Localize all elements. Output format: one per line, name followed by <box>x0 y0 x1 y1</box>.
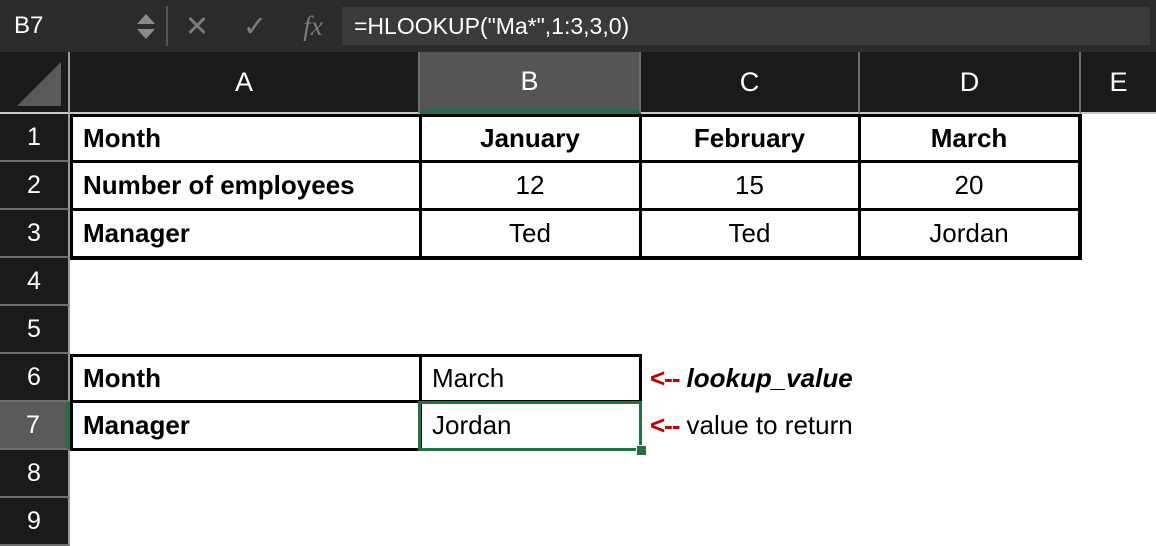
annotation-lookup-value-label: lookup_value <box>686 363 853 393</box>
insert-function-icon[interactable]: fx <box>284 0 342 52</box>
cell-b3[interactable]: Ted <box>422 211 638 256</box>
cell-a6[interactable]: Month <box>73 357 418 400</box>
cell-a3[interactable]: Manager <box>73 211 418 256</box>
annotation-return-value-label: value to return <box>686 410 853 440</box>
row-header-4-label: 4 <box>27 266 41 295</box>
row-header-8-label: 8 <box>27 458 41 487</box>
name-box[interactable]: B7 <box>0 0 130 52</box>
annotation-lookup-value: <-- lookup_value <box>650 357 853 400</box>
spreadsheet-grid: A B C D E 1 2 3 4 5 6 7 8 9 Month Januar… <box>0 52 1156 546</box>
cell-c2[interactable]: 15 <box>642 163 857 208</box>
name-box-spinner[interactable] <box>130 0 162 52</box>
column-header-row: A B C D E <box>0 52 1156 114</box>
spinner-up-icon[interactable] <box>137 13 155 24</box>
row-header-5[interactable]: 5 <box>0 306 70 354</box>
spinner-down-icon[interactable] <box>137 28 155 39</box>
row-header-3[interactable]: 3 <box>0 210 70 258</box>
formula-input[interactable]: =HLOOKUP("Ma*",1:3,3,0) <box>342 7 1150 45</box>
annotation-arrow-icon-2: <-- <box>650 410 680 440</box>
row-header-3-label: 3 <box>27 218 41 247</box>
formula-bar: B7 ✕ ✓ fx =HLOOKUP("Ma*",1:3,3,0) <box>0 0 1156 52</box>
column-header-c[interactable]: C <box>641 52 860 114</box>
name-box-value: B7 <box>14 12 44 39</box>
cell-c3[interactable]: Ted <box>642 211 857 256</box>
row-header-4[interactable]: 4 <box>0 258 70 306</box>
select-all-corner[interactable] <box>0 52 70 114</box>
row-header-2-label: 2 <box>27 170 41 199</box>
row-header-5-label: 5 <box>27 314 41 343</box>
column-header-a-label: A <box>234 66 253 97</box>
row-header-8[interactable]: 8 <box>0 450 70 498</box>
column-header-b-label: B <box>520 65 539 96</box>
row-header-2[interactable]: 2 <box>0 162 70 210</box>
fill-handle[interactable] <box>636 445 647 456</box>
column-header-e[interactable]: E <box>1081 52 1156 114</box>
row-header-1-label: 1 <box>27 122 41 151</box>
select-all-triangle-icon <box>17 62 61 106</box>
cell-d3[interactable]: Jordan <box>861 211 1077 256</box>
row-header-6-label: 6 <box>27 362 41 391</box>
table-border-bottom <box>70 256 1081 260</box>
row-header-1[interactable]: 1 <box>0 114 70 162</box>
cell-b6[interactable]: March <box>422 357 638 400</box>
column-header-b[interactable]: B <box>420 52 641 114</box>
column-header-c-label: C <box>739 66 760 97</box>
cell-b1[interactable]: January <box>422 117 638 160</box>
row-header-9-label: 9 <box>27 506 41 535</box>
row-header-7[interactable]: 7 <box>0 402 70 450</box>
table-border-right <box>1078 114 1082 260</box>
annotation-arrow-icon-1: <-- <box>650 363 680 393</box>
cell-a2[interactable]: Number of employees <box>73 163 418 208</box>
cell-c1[interactable]: February <box>642 117 857 160</box>
lower-border-bottom <box>70 448 642 451</box>
cell-a1[interactable]: Month <box>73 117 418 160</box>
cell-b7[interactable]: Jordan <box>422 403 638 448</box>
column-header-d-label: D <box>959 66 980 97</box>
lower-border-right <box>639 354 642 451</box>
row-header-9[interactable]: 9 <box>0 498 70 546</box>
cell-d1[interactable]: March <box>861 117 1077 160</box>
column-header-d[interactable]: D <box>860 52 1081 114</box>
column-header-a[interactable]: A <box>70 52 420 114</box>
annotation-return-value: <-- value to return <box>650 403 853 448</box>
enter-icon[interactable]: ✓ <box>226 0 284 52</box>
cell-d2[interactable]: 20 <box>861 163 1077 208</box>
cancel-icon[interactable]: ✕ <box>168 0 226 52</box>
row-header-7-label: 7 <box>26 410 40 439</box>
cell-a7[interactable]: Manager <box>73 403 418 448</box>
row-header-6[interactable]: 6 <box>0 354 70 402</box>
cell-b2[interactable]: 12 <box>422 163 638 208</box>
column-header-e-label: E <box>1109 66 1128 97</box>
